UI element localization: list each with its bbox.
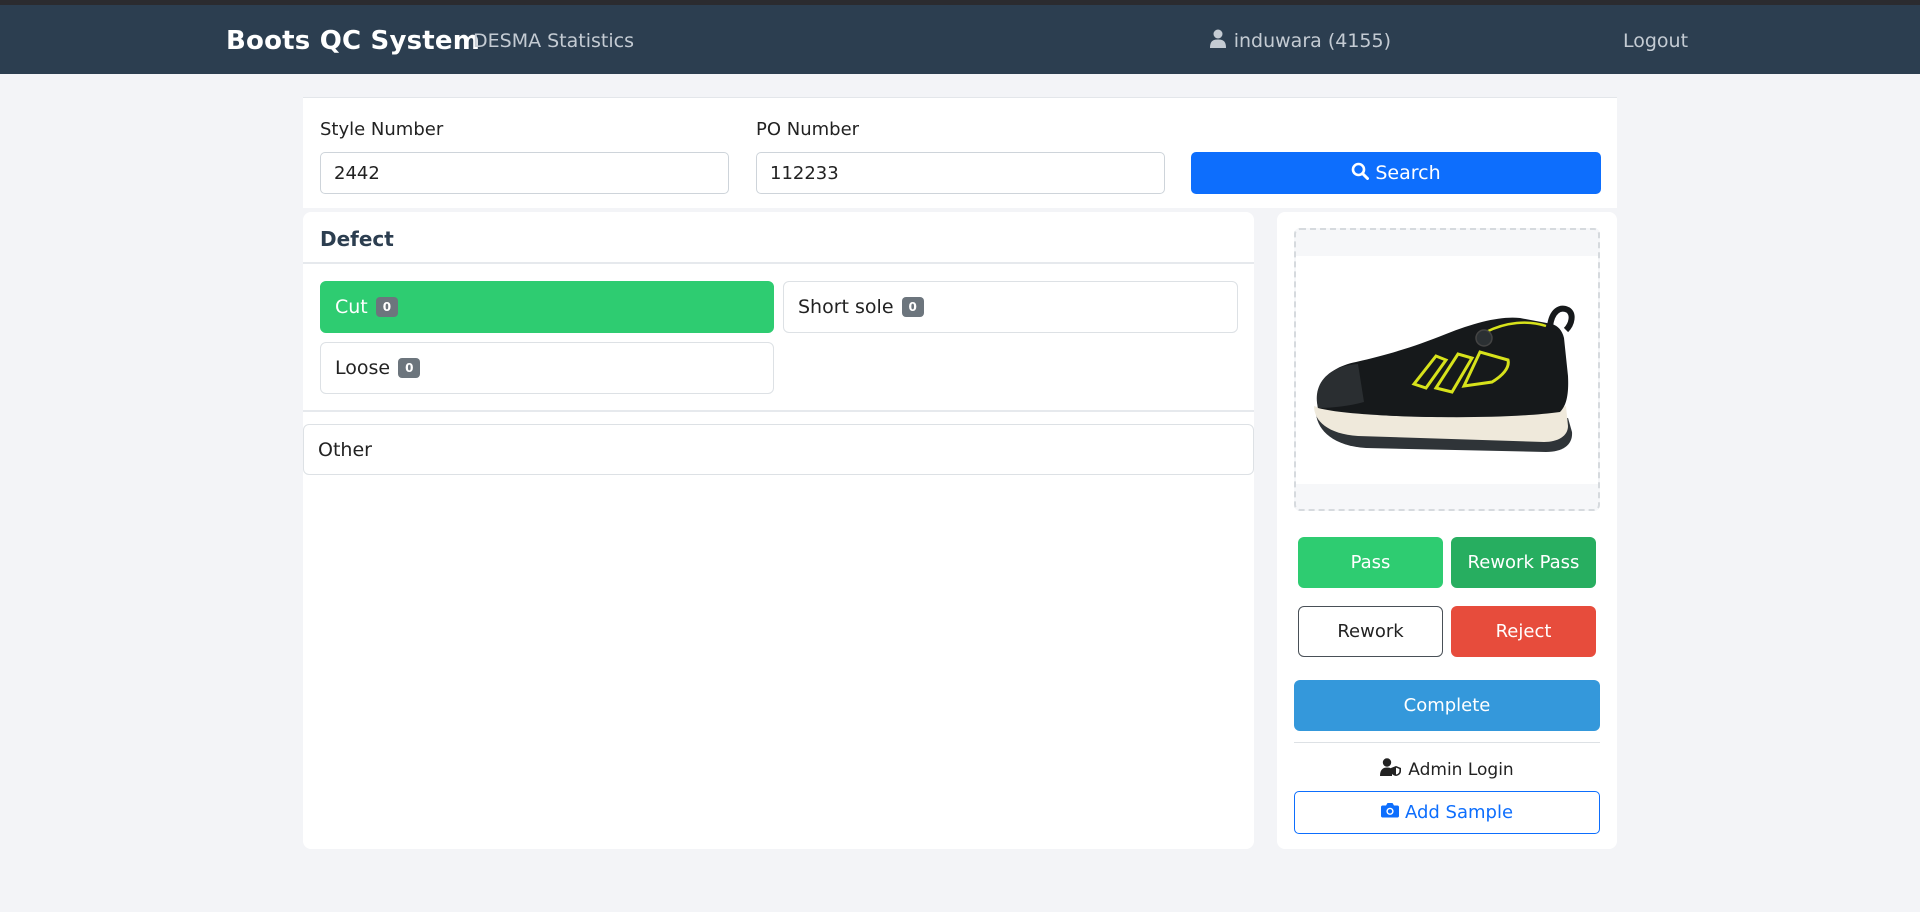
complete-button[interactable]: Complete xyxy=(1294,680,1600,731)
defect-count-badge: 0 xyxy=(901,297,924,317)
search-icon xyxy=(1351,162,1370,185)
add-sample-label: Add Sample xyxy=(1404,802,1514,823)
defect-title: Defect xyxy=(320,227,394,251)
product-image xyxy=(1296,256,1598,484)
style-number-label: Style Number xyxy=(320,119,444,140)
user-shield-icon xyxy=(1380,758,1402,781)
user-name: induwara (4155) xyxy=(1233,30,1391,52)
admin-login-link[interactable]: Admin Login xyxy=(1277,758,1617,781)
style-number-input[interactable] xyxy=(320,152,729,194)
defect-label: Cut xyxy=(335,296,368,318)
nav-link-desma-statistics[interactable]: DESMA Statistics xyxy=(473,30,634,52)
camera-icon xyxy=(1380,802,1399,823)
logout-link[interactable]: Logout xyxy=(1623,30,1688,52)
rework-pass-button[interactable]: Rework Pass xyxy=(1451,537,1596,588)
user-menu: induwara (4155) xyxy=(1209,29,1391,53)
brand-title[interactable]: Boots QC System xyxy=(226,26,480,56)
po-number-label: PO Number xyxy=(756,119,860,140)
defect-divider xyxy=(303,410,1254,412)
user-icon xyxy=(1209,29,1226,53)
defect-header: Defect xyxy=(303,212,1254,264)
other-defect-button[interactable]: Other xyxy=(303,424,1254,475)
defect-button-loose[interactable]: Loose 0 xyxy=(320,342,774,394)
product-image-frame xyxy=(1294,228,1600,511)
defect-label: Short sole xyxy=(798,296,894,318)
reject-button[interactable]: Reject xyxy=(1451,606,1596,657)
defect-button-short-sole[interactable]: Short sole 0 xyxy=(783,281,1238,333)
defect-count-badge: 0 xyxy=(375,297,399,317)
defect-count-badge: 0 xyxy=(398,358,421,378)
rework-button[interactable]: Rework xyxy=(1298,606,1443,657)
admin-login-label: Admin Login xyxy=(1408,759,1514,780)
add-sample-button[interactable]: Add Sample xyxy=(1294,791,1600,834)
defect-label: Loose xyxy=(335,357,391,379)
po-number-input[interactable] xyxy=(756,152,1165,194)
search-button-label: Search xyxy=(1375,162,1441,184)
search-panel: Style Number PO Number Search xyxy=(303,97,1617,208)
shoe-image xyxy=(1314,305,1575,452)
navbar: Boots QC System DESMA Statistics induwar… xyxy=(0,5,1920,74)
action-panel: Pass Rework Pass Rework Reject Complete … xyxy=(1277,212,1617,849)
defect-panel: Defect Cut 0 Short sole 0 Loose 0 Other xyxy=(303,212,1254,849)
action-divider xyxy=(1294,742,1600,743)
search-button[interactable]: Search xyxy=(1191,152,1601,194)
pass-button[interactable]: Pass xyxy=(1298,537,1443,588)
defect-button-cut[interactable]: Cut 0 xyxy=(320,281,774,333)
